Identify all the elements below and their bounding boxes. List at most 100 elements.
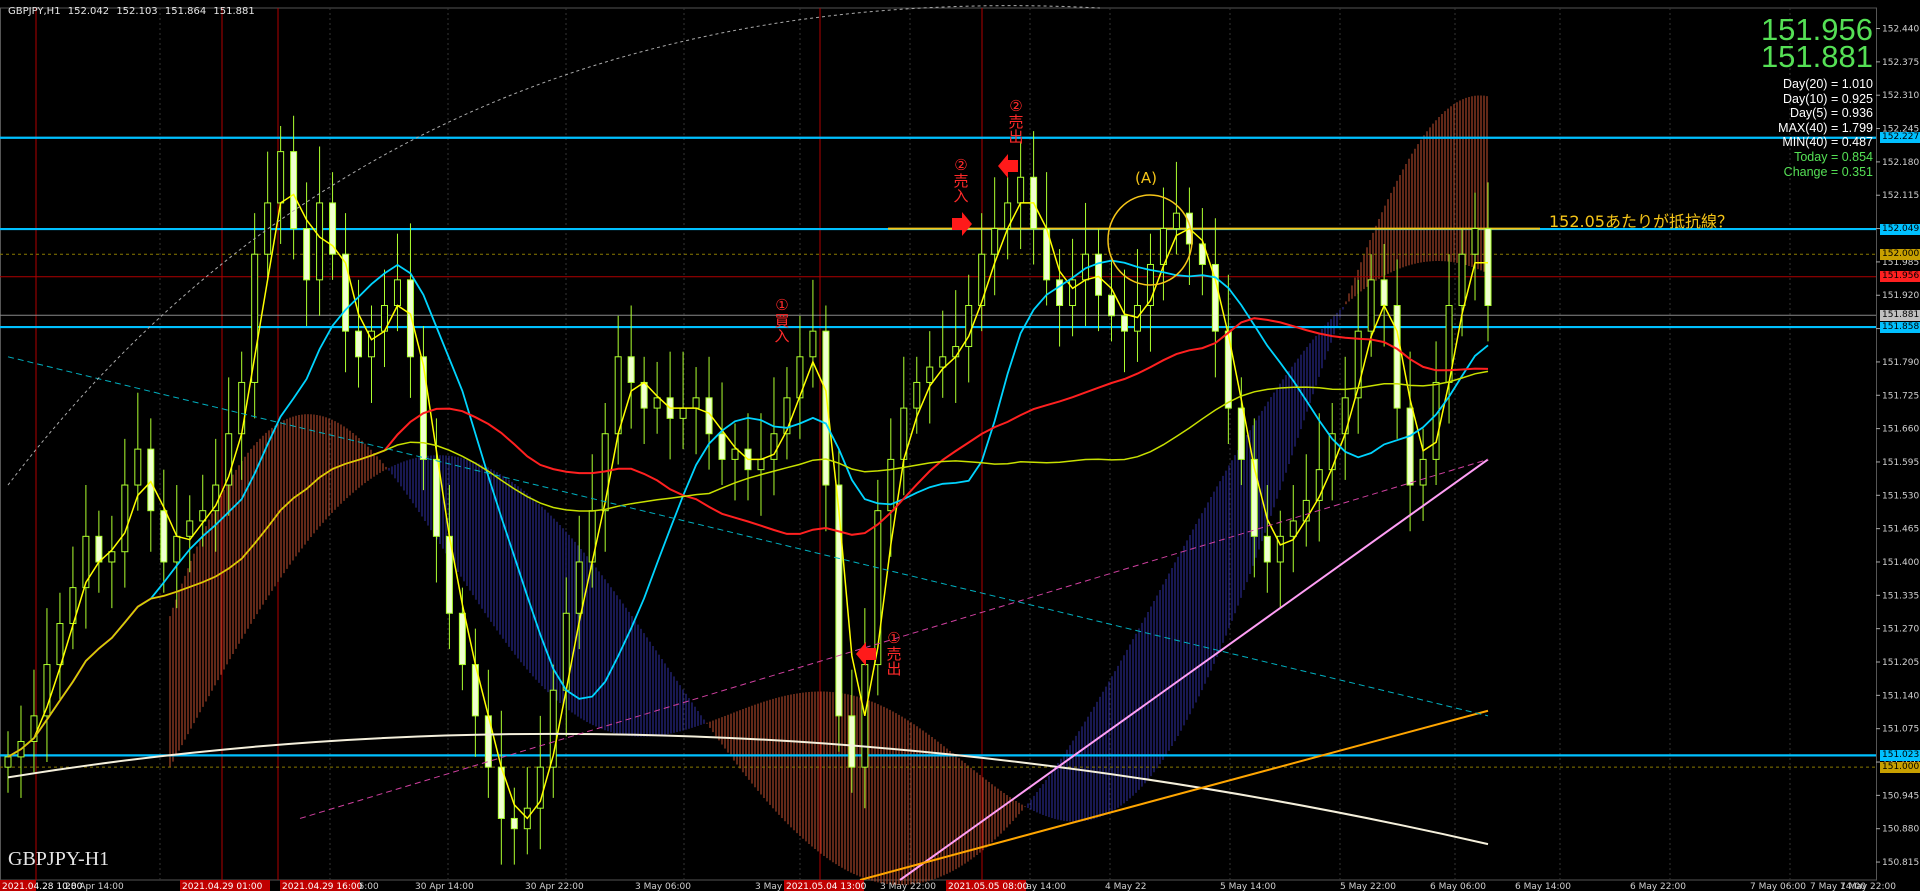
candle-body: [692, 397, 700, 409]
candle-body: [640, 381, 648, 409]
channel-dotted-white: [7, 5, 1101, 486]
x-tick-label: 7 May 22:00: [1840, 882, 1896, 891]
candle-body: [458, 612, 466, 666]
x-tick-label: 7 May 06:00: [1750, 882, 1806, 891]
candle-body: [147, 448, 155, 512]
y-tick-label: 150.815: [1882, 858, 1919, 868]
candle-body: [160, 510, 168, 563]
y-tick-label: 151.270: [1882, 625, 1919, 635]
x-tick-label: 6 May 06:00: [1430, 882, 1486, 891]
candle-body: [1432, 381, 1440, 460]
axis-price-tag: 151.023: [1880, 749, 1920, 761]
stat-today: Today = 0.854: [1794, 149, 1873, 164]
stat-max40: MAX(40) = 1.799: [1778, 120, 1873, 135]
volatility-stats: Day(20) = 1.010 Day(10) = 0.925 Day(5) =…: [1778, 77, 1873, 179]
annotation-sell-2: ②売出: [1008, 97, 1024, 146]
candle-body: [1471, 228, 1479, 255]
y-tick-label: 151.335: [1882, 591, 1919, 601]
symbol-timeframe: GBPJPY,H1: [8, 6, 61, 17]
y-tick-label: 152.440: [1882, 25, 1919, 35]
candle-body: [848, 715, 856, 768]
candle-body: [1406, 407, 1414, 486]
x-tick-label: 3 May 22:00: [880, 882, 936, 891]
candle-body: [173, 535, 181, 563]
candle-body: [1289, 520, 1297, 537]
sma-orange: [859, 709, 1489, 881]
axis-price-tag: 151.956: [1880, 271, 1920, 283]
x-highlight-label: 2021.05.05 08:00: [948, 882, 1029, 891]
candle-body: [303, 228, 311, 281]
candle-body: [186, 520, 194, 537]
axis-price-tag: 151.000: [1880, 761, 1920, 773]
annotation-sell-1: ①売出: [886, 629, 902, 678]
axis-price-tag: 151.881: [1880, 309, 1920, 321]
candle-body: [952, 346, 960, 358]
candle-body: [1263, 535, 1271, 563]
candle-body: [277, 151, 285, 204]
stat-day10: Day(10) = 0.925: [1783, 91, 1873, 106]
buy2-arrow: [952, 212, 972, 236]
x-highlight-label: 2021.04.29 01:00: [182, 882, 263, 891]
y-tick-label: 151.400: [1882, 558, 1919, 568]
candle-body: [1367, 279, 1375, 332]
ohlc-open: 152.042: [67, 6, 110, 17]
y-tick-label: 150.945: [1882, 791, 1919, 801]
candle-body: [4, 756, 12, 768]
candle-body: [991, 228, 999, 255]
candle-body: [121, 484, 129, 553]
x-tick-label: 4 May 22: [1105, 882, 1147, 891]
candle-body: [212, 484, 220, 512]
y-tick-label: 150.880: [1882, 825, 1919, 835]
candle-body: [1380, 279, 1388, 307]
candle-body: [1133, 305, 1141, 332]
candle-body: [1159, 228, 1167, 265]
price-chart[interactable]: 152.440152.375152.310152.245152.180152.1…: [0, 0, 1920, 891]
axis-price-tag: 151.858: [1880, 321, 1920, 333]
chart-header: GBPJPY,H1 152.042 152.103 151.864 151.88…: [8, 6, 259, 17]
annotation-buy-2: ②売入: [953, 156, 969, 205]
y-tick-label: 152.375: [1882, 58, 1919, 68]
candle-body: [653, 397, 661, 409]
x-tick-label: 6 May 22:00: [1630, 882, 1686, 891]
candle-body: [316, 202, 324, 281]
y-tick-label: 151.205: [1882, 658, 1919, 668]
candle-body: [614, 356, 622, 435]
sma-long-white: [7, 732, 1489, 846]
candle-body: [835, 484, 843, 717]
candle-body: [355, 330, 363, 358]
x-highlight-label: 2021.05.04 13:00: [786, 882, 867, 891]
x-tick-label: 30 Apr 22:00: [525, 882, 584, 891]
candle-body: [718, 433, 726, 460]
x-tick-label: 30 Apr 14:00: [415, 882, 474, 891]
candle-body: [913, 381, 921, 409]
y-tick-label: 151.140: [1882, 691, 1919, 701]
candle-body: [757, 458, 765, 471]
ohlc-low: 151.864: [164, 6, 207, 17]
candle-body: [939, 356, 947, 368]
circle-a-label: (A): [1135, 169, 1157, 187]
y-tick-label: 151.790: [1882, 358, 1919, 368]
candle-body: [926, 366, 934, 383]
y-tick-label: 151.725: [1882, 391, 1919, 401]
candle-body: [679, 407, 687, 419]
axis-price-tag: 152.000: [1880, 248, 1920, 260]
axis-price-tag: 152.049: [1880, 223, 1920, 235]
candle-body: [1056, 279, 1064, 307]
candle-body: [95, 535, 103, 563]
candle-body: [1458, 253, 1466, 307]
sma-pink: [899, 458, 1489, 881]
candle-body: [238, 381, 246, 435]
y-tick-label: 151.595: [1882, 458, 1919, 468]
candle-body: [1095, 253, 1103, 296]
y-tick-label: 151.075: [1882, 725, 1919, 735]
stat-change: Change = 0.351: [1783, 164, 1873, 179]
candle-body: [731, 448, 739, 460]
symbol-watermark: GBPJPY-H1: [8, 848, 110, 870]
ohlc-close: 151.881: [213, 6, 255, 17]
stat-day5: Day(5) = 0.936: [1789, 106, 1873, 121]
y-tick-label: 152.310: [1882, 91, 1919, 101]
candle-body: [510, 817, 518, 830]
annotation-buy-1: ①買入: [774, 296, 790, 345]
candle-body: [1419, 458, 1427, 486]
stat-min40: MIN(40) = 0.487: [1782, 135, 1873, 150]
